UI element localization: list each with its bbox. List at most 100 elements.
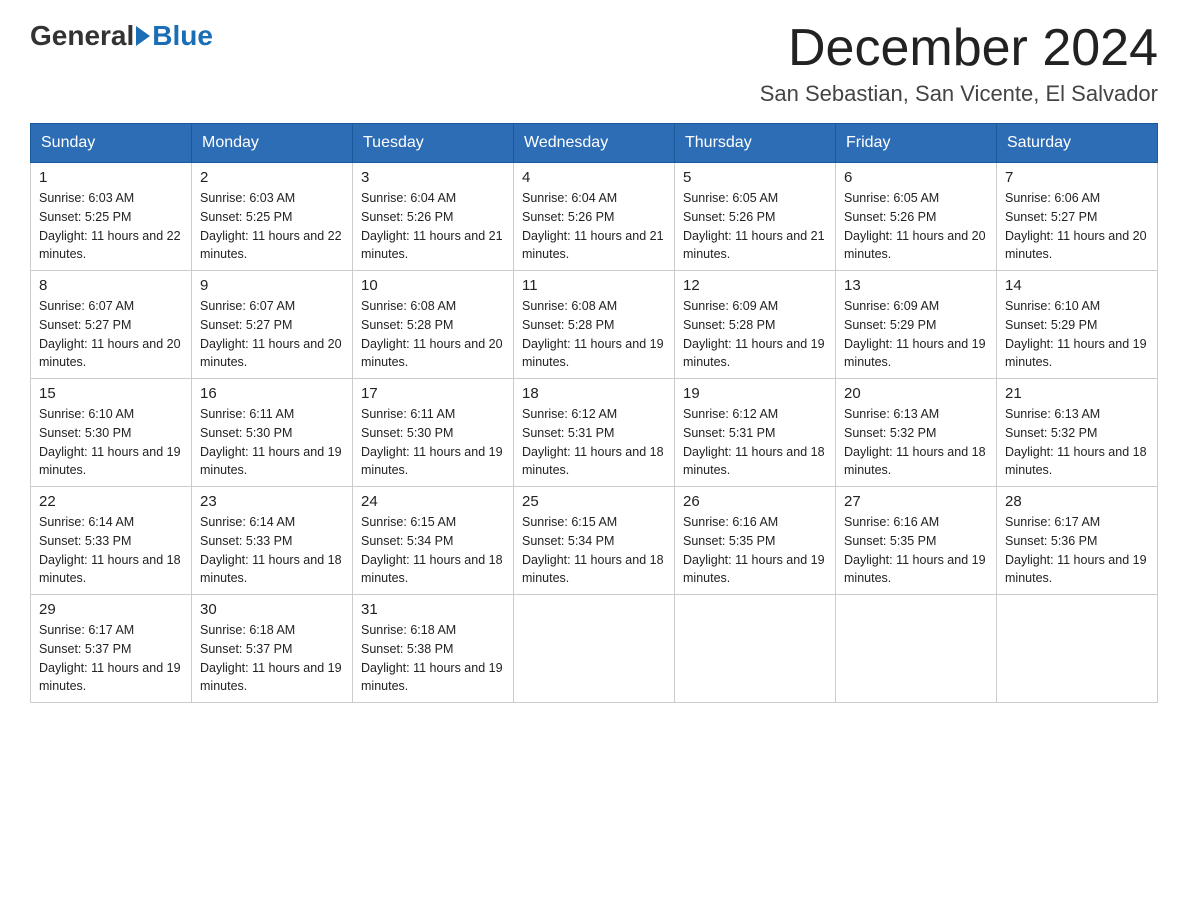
- table-row: 18 Sunrise: 6:12 AMSunset: 5:31 PMDaylig…: [514, 379, 675, 487]
- col-monday: Monday: [192, 124, 353, 163]
- day-info: Sunrise: 6:08 AMSunset: 5:28 PMDaylight:…: [522, 297, 666, 372]
- day-number: 17: [361, 385, 505, 402]
- table-row: [675, 595, 836, 703]
- day-number: 15: [39, 385, 183, 402]
- day-info: Sunrise: 6:09 AMSunset: 5:29 PMDaylight:…: [844, 297, 988, 372]
- day-number: 20: [844, 385, 988, 402]
- col-tuesday: Tuesday: [353, 124, 514, 163]
- day-info: Sunrise: 6:14 AMSunset: 5:33 PMDaylight:…: [39, 513, 183, 588]
- table-row: 12 Sunrise: 6:09 AMSunset: 5:28 PMDaylig…: [675, 271, 836, 379]
- calendar-week-row: 22 Sunrise: 6:14 AMSunset: 5:33 PMDaylig…: [31, 487, 1158, 595]
- calendar-week-row: 29 Sunrise: 6:17 AMSunset: 5:37 PMDaylig…: [31, 595, 1158, 703]
- day-info: Sunrise: 6:17 AMSunset: 5:37 PMDaylight:…: [39, 621, 183, 696]
- day-info: Sunrise: 6:15 AMSunset: 5:34 PMDaylight:…: [361, 513, 505, 588]
- day-number: 2: [200, 169, 344, 186]
- day-number: 21: [1005, 385, 1149, 402]
- col-sunday: Sunday: [31, 124, 192, 163]
- table-row: 3 Sunrise: 6:04 AMSunset: 5:26 PMDayligh…: [353, 163, 514, 271]
- day-info: Sunrise: 6:07 AMSunset: 5:27 PMDaylight:…: [200, 297, 344, 372]
- day-info: Sunrise: 6:12 AMSunset: 5:31 PMDaylight:…: [522, 405, 666, 480]
- table-row: 2 Sunrise: 6:03 AMSunset: 5:25 PMDayligh…: [192, 163, 353, 271]
- day-info: Sunrise: 6:06 AMSunset: 5:27 PMDaylight:…: [1005, 189, 1149, 264]
- logo-arrow-icon: [136, 26, 150, 46]
- day-info: Sunrise: 6:07 AMSunset: 5:27 PMDaylight:…: [39, 297, 183, 372]
- table-row: [836, 595, 997, 703]
- day-number: 10: [361, 277, 505, 294]
- day-info: Sunrise: 6:18 AMSunset: 5:38 PMDaylight:…: [361, 621, 505, 696]
- day-info: Sunrise: 6:13 AMSunset: 5:32 PMDaylight:…: [1005, 405, 1149, 480]
- day-number: 7: [1005, 169, 1149, 186]
- table-row: 22 Sunrise: 6:14 AMSunset: 5:33 PMDaylig…: [31, 487, 192, 595]
- day-info: Sunrise: 6:04 AMSunset: 5:26 PMDaylight:…: [522, 189, 666, 264]
- title-area: December 2024 San Sebastian, San Vicente…: [760, 20, 1158, 107]
- day-number: 26: [683, 493, 827, 510]
- table-row: 24 Sunrise: 6:15 AMSunset: 5:34 PMDaylig…: [353, 487, 514, 595]
- day-info: Sunrise: 6:10 AMSunset: 5:29 PMDaylight:…: [1005, 297, 1149, 372]
- location-title: San Sebastian, San Vicente, El Salvador: [760, 81, 1158, 107]
- day-info: Sunrise: 6:08 AMSunset: 5:28 PMDaylight:…: [361, 297, 505, 372]
- table-row: 31 Sunrise: 6:18 AMSunset: 5:38 PMDaylig…: [353, 595, 514, 703]
- header: General Blue December 2024 San Sebastian…: [30, 20, 1158, 107]
- day-number: 5: [683, 169, 827, 186]
- table-row: 13 Sunrise: 6:09 AMSunset: 5:29 PMDaylig…: [836, 271, 997, 379]
- table-row: 28 Sunrise: 6:17 AMSunset: 5:36 PMDaylig…: [997, 487, 1158, 595]
- table-row: 23 Sunrise: 6:14 AMSunset: 5:33 PMDaylig…: [192, 487, 353, 595]
- day-number: 12: [683, 277, 827, 294]
- table-row: 6 Sunrise: 6:05 AMSunset: 5:26 PMDayligh…: [836, 163, 997, 271]
- logo-blue-text: Blue: [152, 20, 213, 52]
- day-number: 24: [361, 493, 505, 510]
- table-row: 27 Sunrise: 6:16 AMSunset: 5:35 PMDaylig…: [836, 487, 997, 595]
- day-number: 29: [39, 601, 183, 618]
- day-info: Sunrise: 6:05 AMSunset: 5:26 PMDaylight:…: [683, 189, 827, 264]
- day-info: Sunrise: 6:18 AMSunset: 5:37 PMDaylight:…: [200, 621, 344, 696]
- day-number: 6: [844, 169, 988, 186]
- table-row: 26 Sunrise: 6:16 AMSunset: 5:35 PMDaylig…: [675, 487, 836, 595]
- day-info: Sunrise: 6:17 AMSunset: 5:36 PMDaylight:…: [1005, 513, 1149, 588]
- day-number: 13: [844, 277, 988, 294]
- table-row: 11 Sunrise: 6:08 AMSunset: 5:28 PMDaylig…: [514, 271, 675, 379]
- day-number: 16: [200, 385, 344, 402]
- table-row: 4 Sunrise: 6:04 AMSunset: 5:26 PMDayligh…: [514, 163, 675, 271]
- day-number: 30: [200, 601, 344, 618]
- day-number: 1: [39, 169, 183, 186]
- col-friday: Friday: [836, 124, 997, 163]
- day-info: Sunrise: 6:10 AMSunset: 5:30 PMDaylight:…: [39, 405, 183, 480]
- day-number: 9: [200, 277, 344, 294]
- page-container: General Blue December 2024 San Sebastian…: [30, 20, 1158, 703]
- day-number: 28: [1005, 493, 1149, 510]
- calendar-week-row: 1 Sunrise: 6:03 AMSunset: 5:25 PMDayligh…: [31, 163, 1158, 271]
- day-info: Sunrise: 6:11 AMSunset: 5:30 PMDaylight:…: [361, 405, 505, 480]
- table-row: 16 Sunrise: 6:11 AMSunset: 5:30 PMDaylig…: [192, 379, 353, 487]
- day-number: 19: [683, 385, 827, 402]
- table-row: [997, 595, 1158, 703]
- day-info: Sunrise: 6:16 AMSunset: 5:35 PMDaylight:…: [844, 513, 988, 588]
- day-number: 31: [361, 601, 505, 618]
- month-title: December 2024: [760, 20, 1158, 77]
- col-thursday: Thursday: [675, 124, 836, 163]
- table-row: 5 Sunrise: 6:05 AMSunset: 5:26 PMDayligh…: [675, 163, 836, 271]
- calendar-week-row: 8 Sunrise: 6:07 AMSunset: 5:27 PMDayligh…: [31, 271, 1158, 379]
- day-number: 18: [522, 385, 666, 402]
- day-number: 11: [522, 277, 666, 294]
- day-info: Sunrise: 6:09 AMSunset: 5:28 PMDaylight:…: [683, 297, 827, 372]
- day-number: 23: [200, 493, 344, 510]
- table-row: [514, 595, 675, 703]
- day-info: Sunrise: 6:14 AMSunset: 5:33 PMDaylight:…: [200, 513, 344, 588]
- calendar-table: Sunday Monday Tuesday Wednesday Thursday…: [30, 123, 1158, 703]
- table-row: 19 Sunrise: 6:12 AMSunset: 5:31 PMDaylig…: [675, 379, 836, 487]
- day-info: Sunrise: 6:11 AMSunset: 5:30 PMDaylight:…: [200, 405, 344, 480]
- day-number: 4: [522, 169, 666, 186]
- day-number: 22: [39, 493, 183, 510]
- day-number: 14: [1005, 277, 1149, 294]
- day-info: Sunrise: 6:15 AMSunset: 5:34 PMDaylight:…: [522, 513, 666, 588]
- table-row: 14 Sunrise: 6:10 AMSunset: 5:29 PMDaylig…: [997, 271, 1158, 379]
- day-info: Sunrise: 6:03 AMSunset: 5:25 PMDaylight:…: [200, 189, 344, 264]
- table-row: 20 Sunrise: 6:13 AMSunset: 5:32 PMDaylig…: [836, 379, 997, 487]
- table-row: 30 Sunrise: 6:18 AMSunset: 5:37 PMDaylig…: [192, 595, 353, 703]
- day-number: 27: [844, 493, 988, 510]
- day-info: Sunrise: 6:16 AMSunset: 5:35 PMDaylight:…: [683, 513, 827, 588]
- table-row: 10 Sunrise: 6:08 AMSunset: 5:28 PMDaylig…: [353, 271, 514, 379]
- day-number: 3: [361, 169, 505, 186]
- logo: General Blue: [30, 20, 213, 52]
- table-row: 15 Sunrise: 6:10 AMSunset: 5:30 PMDaylig…: [31, 379, 192, 487]
